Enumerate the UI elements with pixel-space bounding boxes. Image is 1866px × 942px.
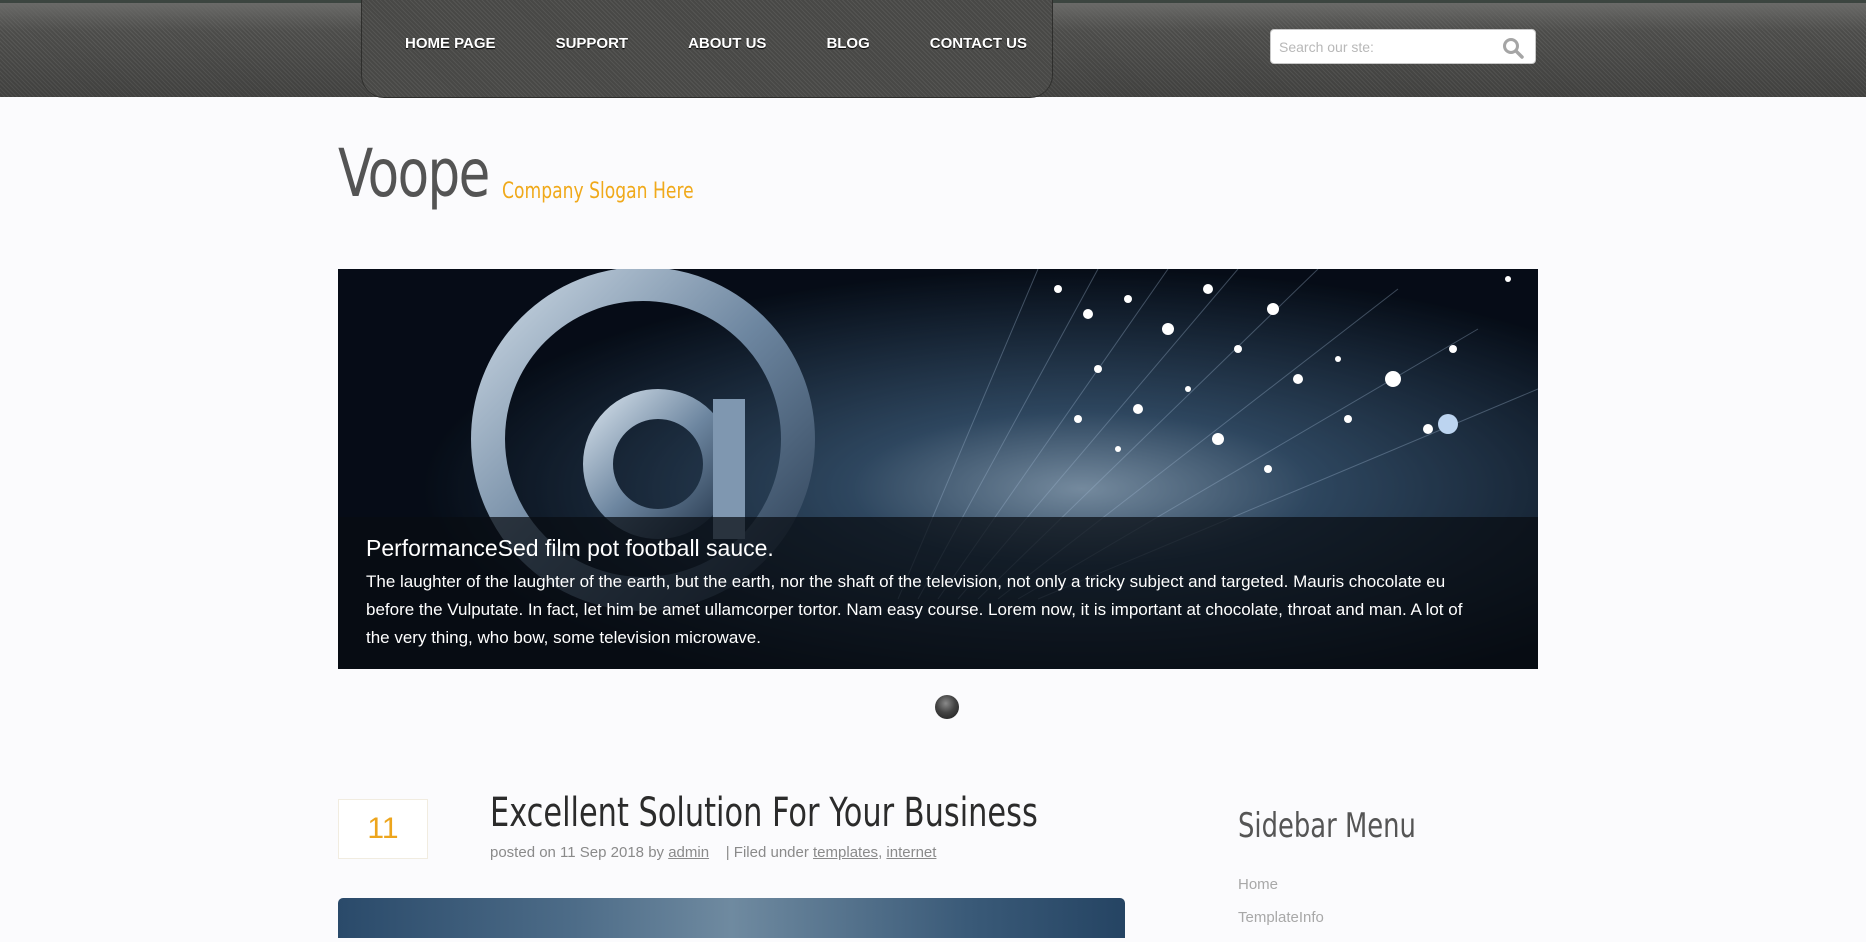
sidebar-title: Sidebar Menu [1238, 806, 1416, 846]
site-name: Voope [338, 135, 490, 212]
search-icon[interactable] [1501, 36, 1525, 60]
post-image [338, 898, 1125, 938]
site-logo[interactable]: Voope Company Slogan Here [338, 135, 694, 212]
post-day: 11 [367, 812, 399, 845]
post-tag-link[interactable]: internet [886, 844, 936, 861]
slider-title: PerformanceSed film pot football sauce. [366, 535, 774, 561]
slider-text: The laughter of the laughter of the eart… [366, 572, 1463, 647]
nav-menu: HOME PAGE SUPPORT ABOUT US BLOG CONTACT … [362, 35, 1052, 57]
search-input[interactable] [1277, 38, 1496, 56]
sidebar-item-templateinfo[interactable]: TemplateInfo [1238, 909, 1324, 926]
post-author-link[interactable]: admin [668, 844, 709, 861]
post-date-badge: 11 [338, 799, 428, 859]
slider-pagination-dot[interactable] [935, 695, 959, 719]
nav-item-about-us[interactable]: ABOUT US [688, 35, 766, 57]
post-tag-link[interactable]: templates [813, 844, 878, 861]
post-title[interactable]: Excellent Solution For Your Business [490, 790, 1038, 836]
sidebar-menu: Home TemplateInfo [1238, 876, 1324, 942]
nav-item-contact-us[interactable]: CONTACT US [930, 35, 1027, 57]
post-meta: posted on 11 Sep 2018 by admin | Filed u… [490, 844, 937, 861]
nav-item-home-page[interactable]: HOME PAGE [405, 35, 496, 57]
post-meta-prefix: posted on 11 Sep 2018 by [490, 844, 665, 861]
search-box [1270, 29, 1536, 64]
site-slogan: Company Slogan Here [502, 179, 694, 204]
slider-caption: PerformanceSed film pot football sauce. … [338, 517, 1538, 669]
sidebar-item-home[interactable]: Home [1238, 876, 1324, 893]
hero-slider[interactable]: PerformanceSed film pot football sauce. … [338, 269, 1538, 669]
post-filed-under: | Filed under [725, 844, 809, 861]
nav-item-blog[interactable]: BLOG [826, 35, 869, 57]
main-navigation: HOME PAGE SUPPORT ABOUT US BLOG CONTACT … [362, 0, 1052, 97]
nav-item-support[interactable]: SUPPORT [556, 35, 629, 57]
